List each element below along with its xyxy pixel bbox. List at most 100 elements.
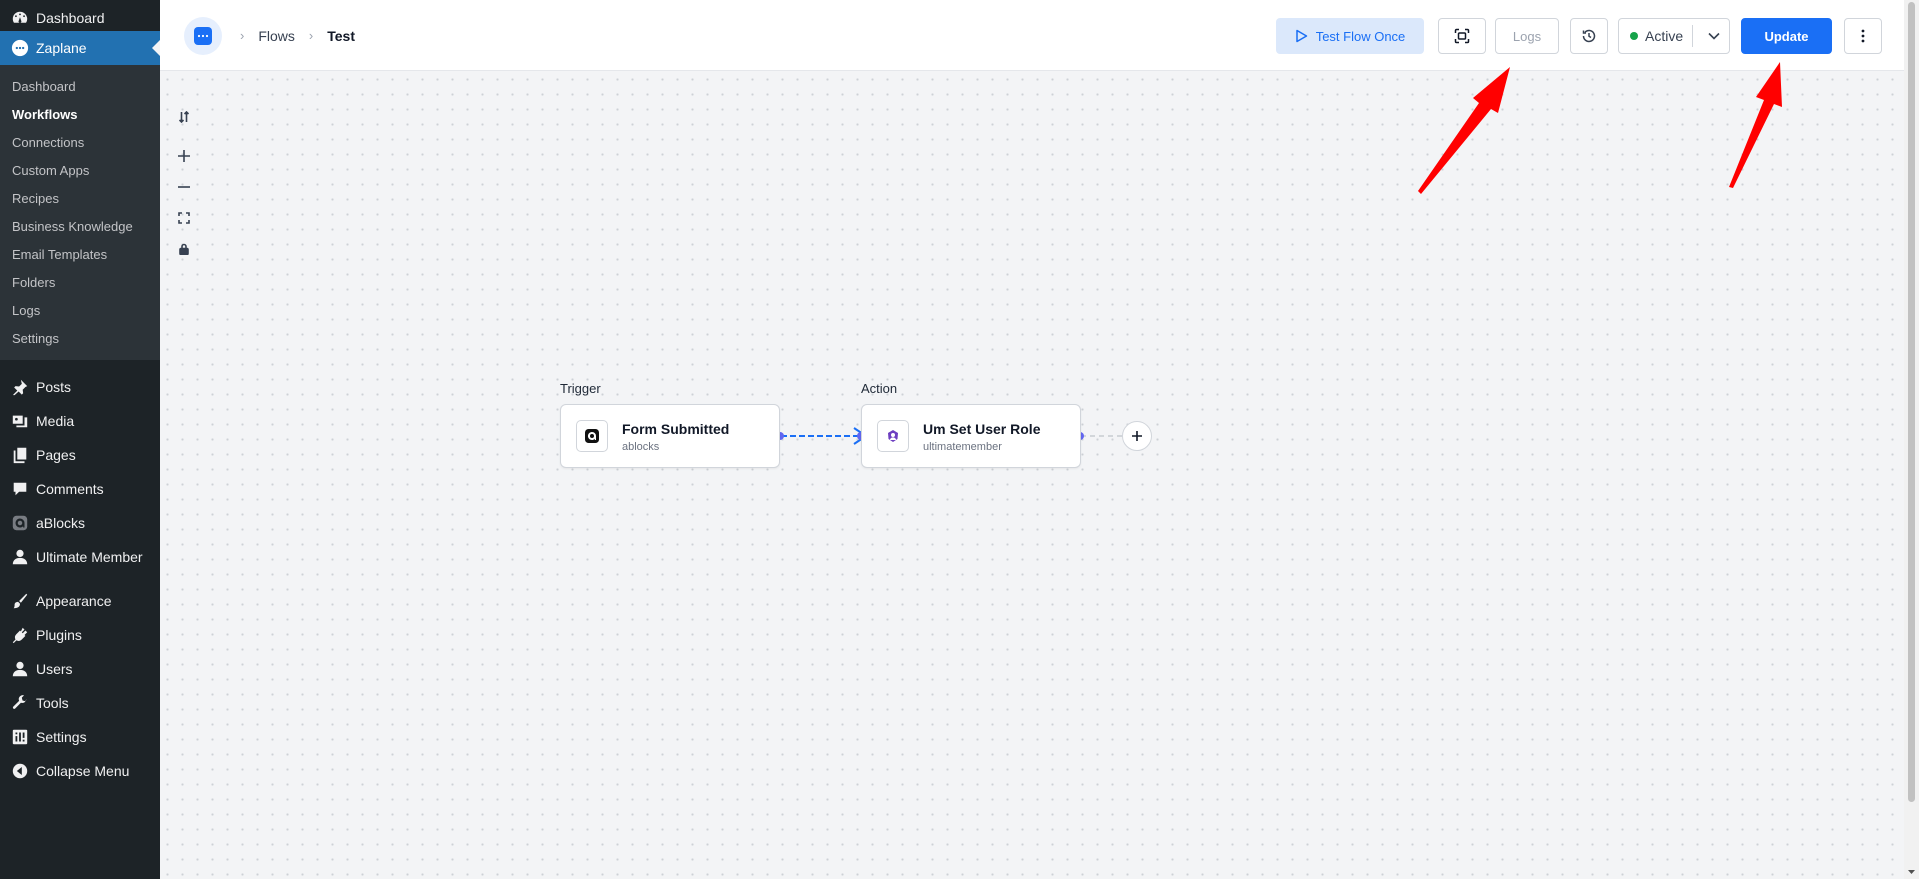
zaplane-icon <box>10 38 30 58</box>
sidebar-item-pages[interactable]: Pages <box>0 438 160 472</box>
flow-edges <box>776 427 1122 445</box>
sidebar-item-media[interactable]: Media <box>0 404 160 438</box>
sidebar-item-label: Comments <box>36 481 104 497</box>
wrench-icon <box>10 693 30 713</box>
sidebar-item-comments[interactable]: Comments <box>0 472 160 506</box>
status-label: Active <box>1645 28 1684 44</box>
sidebar-item-posts[interactable]: Posts <box>0 370 160 404</box>
chevron-right-icon: › <box>240 28 245 43</box>
flow-header: › Flows › Test Test Flow Once Logs Activ… <box>160 0 1904 71</box>
users-icon <box>10 659 30 679</box>
sidebar-item-plugins[interactable]: Plugins <box>0 618 160 652</box>
user-icon <box>10 547 30 567</box>
submenu-connections[interactable]: Connections <box>0 128 160 156</box>
lock-icon[interactable] <box>175 240 193 258</box>
scrollbar-thumb[interactable] <box>1908 2 1915 802</box>
zaplane-logo-icon <box>194 27 212 45</box>
collapse-menu-button[interactable]: Collapse Menu <box>0 754 160 788</box>
plugin-icon <box>10 625 30 645</box>
submenu-dashboard[interactable]: Dashboard <box>0 72 160 100</box>
pin-icon <box>10 377 30 397</box>
sidebar-item-label: Dashboard <box>36 9 105 26</box>
flow-status-select[interactable]: Active <box>1618 18 1730 54</box>
screenshot-button[interactable] <box>1438 18 1486 54</box>
sidebar-item-label: Zaplane <box>36 40 87 56</box>
sidebar-item-label: Media <box>36 413 75 429</box>
sidebar-item-label: Ultimate Member <box>36 549 143 565</box>
ultimate-member-icon <box>877 420 909 452</box>
submenu-email-templates[interactable]: Email Templates <box>0 240 160 268</box>
sidebar-item-label: Posts <box>36 379 72 395</box>
zoom-out-icon[interactable] <box>175 178 193 196</box>
admin-sidebar: Dashboard Zaplane Dashboard Workflows Co… <box>0 0 160 879</box>
zaplane-submenu: Dashboard Workflows Connections Custom A… <box>0 65 160 360</box>
sidebar-item-label: Plugins <box>36 627 82 643</box>
flow-canvas[interactable]: Trigger Form Submitted ablocks Action Um… <box>160 72 1904 879</box>
ablocks-icon <box>10 513 30 533</box>
sidebar-item-label: aBlocks <box>36 515 86 531</box>
submenu-logs[interactable]: Logs <box>0 296 160 324</box>
trigger-section-label: Trigger <box>560 381 601 396</box>
sidebar-item-label: Collapse Menu <box>36 763 130 779</box>
sidebar-item-users[interactable]: Users <box>0 652 160 686</box>
history-button[interactable] <box>1570 18 1608 54</box>
logs-button[interactable]: Logs <box>1495 18 1559 54</box>
pages-icon <box>10 445 30 465</box>
zaplane-logo[interactable] <box>184 17 222 55</box>
swap-direction-icon[interactable] <box>175 108 193 126</box>
flow-editor: Trigger Form Submitted ablocks Action Um… <box>160 0 1919 879</box>
sidebar-item-label: Users <box>36 661 73 677</box>
action-section-label: Action <box>861 381 898 396</box>
action-node[interactable]: Um Set User Role ultimatemember <box>861 404 1081 468</box>
collapse-icon <box>10 761 30 781</box>
sidebar-item-label: Pages <box>36 447 76 463</box>
trigger-title: Form Submitted <box>622 421 730 437</box>
sidebar-item-dashboard[interactable]: Dashboard <box>0 0 160 31</box>
action-app-name: ultimatemember <box>923 441 1002 453</box>
kebab-menu-icon <box>1861 29 1865 43</box>
submenu-folders[interactable]: Folders <box>0 268 160 296</box>
sidebar-item-label: Tools <box>36 695 69 711</box>
sidebar-item-appearance[interactable]: Appearance <box>0 584 160 618</box>
brush-icon <box>10 591 30 611</box>
sidebar-item-settings[interactable]: Settings <box>0 720 160 754</box>
zoom-in-icon[interactable] <box>175 147 193 165</box>
trigger-node[interactable]: Form Submitted ablocks <box>560 404 780 468</box>
breadcrumb: › Flows › Test <box>240 0 355 71</box>
screenshot-icon <box>1454 28 1470 44</box>
media-icon <box>10 411 30 431</box>
comments-icon <box>10 479 30 499</box>
play-icon <box>1295 29 1307 43</box>
sidebar-item-ablocks[interactable]: aBlocks <box>0 506 160 540</box>
status-divider <box>1692 25 1693 47</box>
chevron-right-icon: › <box>308 28 314 43</box>
status-dot <box>1630 32 1638 40</box>
breadcrumb-flow-name: Test <box>327 27 355 44</box>
submenu-custom-apps[interactable]: Custom Apps <box>0 156 160 184</box>
test-flow-once-button[interactable]: Test Flow Once <box>1276 18 1424 54</box>
add-step-button[interactable] <box>1122 421 1152 451</box>
update-button[interactable]: Update <box>1741 18 1832 54</box>
ablocks-icon <box>576 420 608 452</box>
submenu-settings[interactable]: Settings <box>0 324 160 352</box>
test-flow-once-label: Test Flow Once <box>1315 28 1406 44</box>
sidebar-item-tools[interactable]: Tools <box>0 686 160 720</box>
submenu-recipes[interactable]: Recipes <box>0 184 160 212</box>
sidebar-item-label: Settings <box>36 729 87 745</box>
sidebar-item-zaplane[interactable]: Zaplane <box>0 31 160 65</box>
action-title: Um Set User Role <box>923 421 1041 437</box>
history-icon <box>1582 29 1596 43</box>
chevron-down-icon[interactable] <box>1699 19 1729 53</box>
plus-icon <box>1132 431 1142 441</box>
scroll-down-icon[interactable] <box>1907 868 1916 877</box>
dashboard-icon <box>10 8 30 28</box>
breadcrumb-flows-link[interactable]: Flows <box>258 28 295 44</box>
more-options-button[interactable] <box>1844 18 1882 54</box>
settings-icon <box>10 727 30 747</box>
page-scrollbar[interactable] <box>1904 0 1919 879</box>
fit-view-icon[interactable] <box>175 209 193 227</box>
trigger-app-name: ablocks <box>622 441 660 453</box>
submenu-workflows[interactable]: Workflows <box>0 100 160 128</box>
sidebar-item-ultimate-member[interactable]: Ultimate Member <box>0 540 160 574</box>
submenu-business-knowledge[interactable]: Business Knowledge <box>0 212 160 240</box>
